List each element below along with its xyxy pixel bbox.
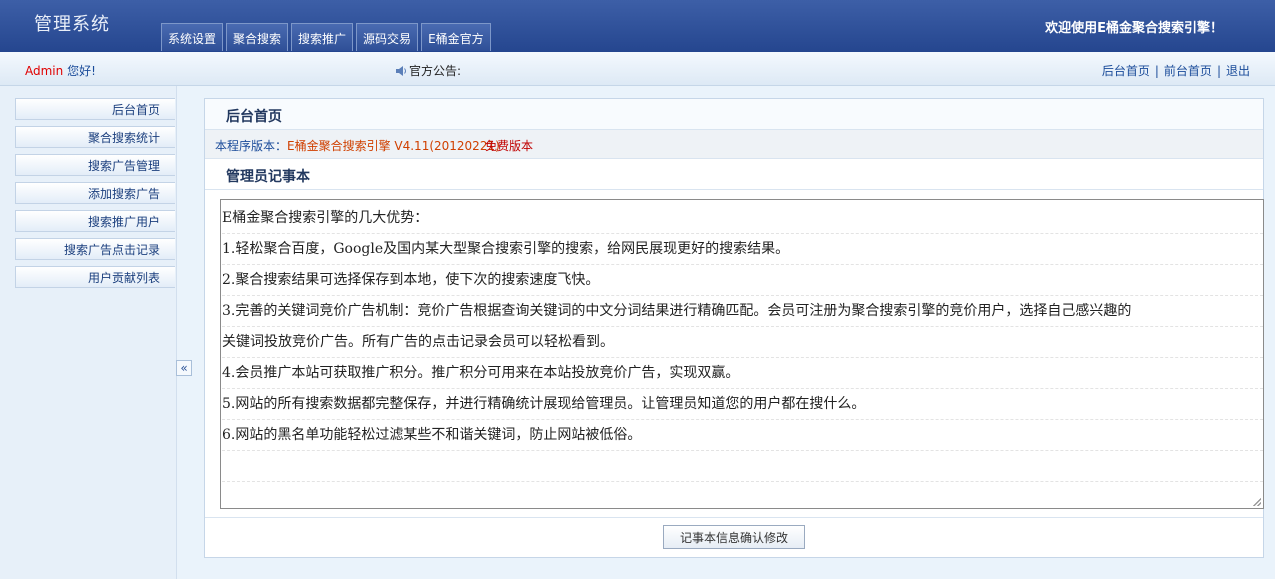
sidebar-item-click-records[interactable]: 搜索广告点击记录 bbox=[15, 238, 175, 260]
link-separator: | bbox=[1154, 64, 1159, 78]
link-front-home[interactable]: 前台首页 bbox=[1164, 64, 1212, 78]
info-bar: Admin 您好! 官方公告: 后台首页 | 前台首页 | 退出 bbox=[0, 52, 1275, 86]
notepad-title: 管理员记事本 bbox=[226, 169, 310, 185]
notice-label: 官方公告: bbox=[409, 64, 462, 78]
official-notice: 官方公告: bbox=[395, 62, 461, 79]
notepad-line: 5.网站的所有搜索数据都完整保存，并进行精确统计展现给管理员。让管理员知道您的用… bbox=[222, 389, 1263, 420]
notepad-line bbox=[222, 451, 1263, 482]
tab-official[interactable]: E桶金官方 bbox=[421, 23, 491, 51]
brand-title: 管理系统 bbox=[34, 14, 110, 35]
version-bar: 本程序版本： E桶金聚合搜索引擎 V4.11(20120221) 免费版本 bbox=[205, 130, 1263, 159]
tab-aggregate-search[interactable]: 聚合搜索 bbox=[226, 23, 289, 51]
notepad-line: 4.会员推广本站可获取推广积分。推广积分可用来在本站投放竞价广告，实现双赢。 bbox=[222, 358, 1263, 389]
user-greeting: Admin 您好! bbox=[25, 62, 96, 79]
top-header: 管理系统 系统设置 聚合搜索 搜索推广 源码交易 E桶金官方 欢迎使用E桶金聚合… bbox=[0, 0, 1275, 52]
tab-search-promotion[interactable]: 搜索推广 bbox=[291, 23, 354, 51]
notepad-line: 3.完善的关键词竞价广告机制：竞价广告根据查询关键词的中文分词结果进行精确匹配。… bbox=[222, 296, 1263, 327]
welcome-text: 欢迎使用E桶金聚合搜索引擎！ bbox=[1045, 21, 1223, 36]
link-separator: | bbox=[1216, 64, 1221, 78]
speaker-icon bbox=[396, 65, 406, 76]
link-logout[interactable]: 退出 bbox=[1226, 64, 1250, 78]
version-prefix: 本程序版本： bbox=[215, 139, 288, 153]
resize-handle-icon[interactable] bbox=[1253, 498, 1261, 506]
sidebar-item-contribution-list[interactable]: 用户贡献列表 bbox=[15, 266, 175, 288]
notepad-line: 2.聚合搜索结果可选择保存到本地，使下次的搜索速度飞快。 bbox=[222, 265, 1263, 296]
notepad-textarea[interactable]: E桶金聚合搜索引擎的几大优势： 1.轻松聚合百度，Google及国内某大型聚合搜… bbox=[220, 199, 1264, 509]
tab-source-trade[interactable]: 源码交易 bbox=[356, 23, 419, 51]
notepad-line: E桶金聚合搜索引擎的几大优势： bbox=[222, 203, 1263, 234]
sidebar: 后台首页 聚合搜索统计 搜索广告管理 添加搜索广告 搜索推广用户 搜索广告点击记… bbox=[0, 86, 177, 579]
notepad-line: 关键词投放竞价广告。所有广告的点击记录会员可以轻松看到。 bbox=[222, 327, 1263, 358]
sidebar-item-add-ad[interactable]: 添加搜索广告 bbox=[15, 182, 175, 204]
page-title-bar: 后台首页 bbox=[205, 99, 1263, 130]
sidebar-item-promo-users[interactable]: 搜索推广用户 bbox=[15, 210, 175, 232]
quick-links: 后台首页 | 前台首页 | 退出 bbox=[1102, 62, 1250, 79]
top-nav: 系统设置 聚合搜索 搜索推广 源码交易 E桶金官方 bbox=[161, 23, 494, 51]
sidebar-item-ad-management[interactable]: 搜索广告管理 bbox=[15, 154, 175, 176]
main-panel: 后台首页 本程序版本： E桶金聚合搜索引擎 V4.11(20120221) 免费… bbox=[204, 98, 1264, 558]
link-admin-home[interactable]: 后台首页 bbox=[1102, 64, 1150, 78]
version-suffix: 免费版本 bbox=[485, 139, 534, 153]
sidebar-item-search-stats[interactable]: 聚合搜索统计 bbox=[15, 126, 175, 148]
tab-system-settings[interactable]: 系统设置 bbox=[161, 23, 224, 51]
divider bbox=[205, 517, 1263, 518]
user-name: Admin bbox=[25, 64, 64, 78]
version-value: E桶金聚合搜索引擎 V4.11(20120221) bbox=[287, 139, 500, 153]
confirm-notepad-button[interactable]: 记事本信息确认修改 bbox=[663, 525, 805, 549]
notepad-line: 1.轻松聚合百度，Google及国内某大型聚合搜索引擎的搜索，给网民展现更好的搜… bbox=[222, 234, 1263, 265]
sidebar-item-admin-home[interactable]: 后台首页 bbox=[15, 98, 175, 120]
greeting-text: 您好! bbox=[63, 64, 96, 78]
collapse-sidebar-button[interactable]: « bbox=[176, 360, 192, 376]
page-title: 后台首页 bbox=[226, 109, 282, 125]
notepad-line: 6.网站的黑名单功能轻松过滤某些不和谐关键词，防止网站被低俗。 bbox=[222, 420, 1263, 451]
notepad-title-bar: 管理员记事本 bbox=[205, 159, 1263, 190]
notepad-line bbox=[222, 482, 1263, 508]
